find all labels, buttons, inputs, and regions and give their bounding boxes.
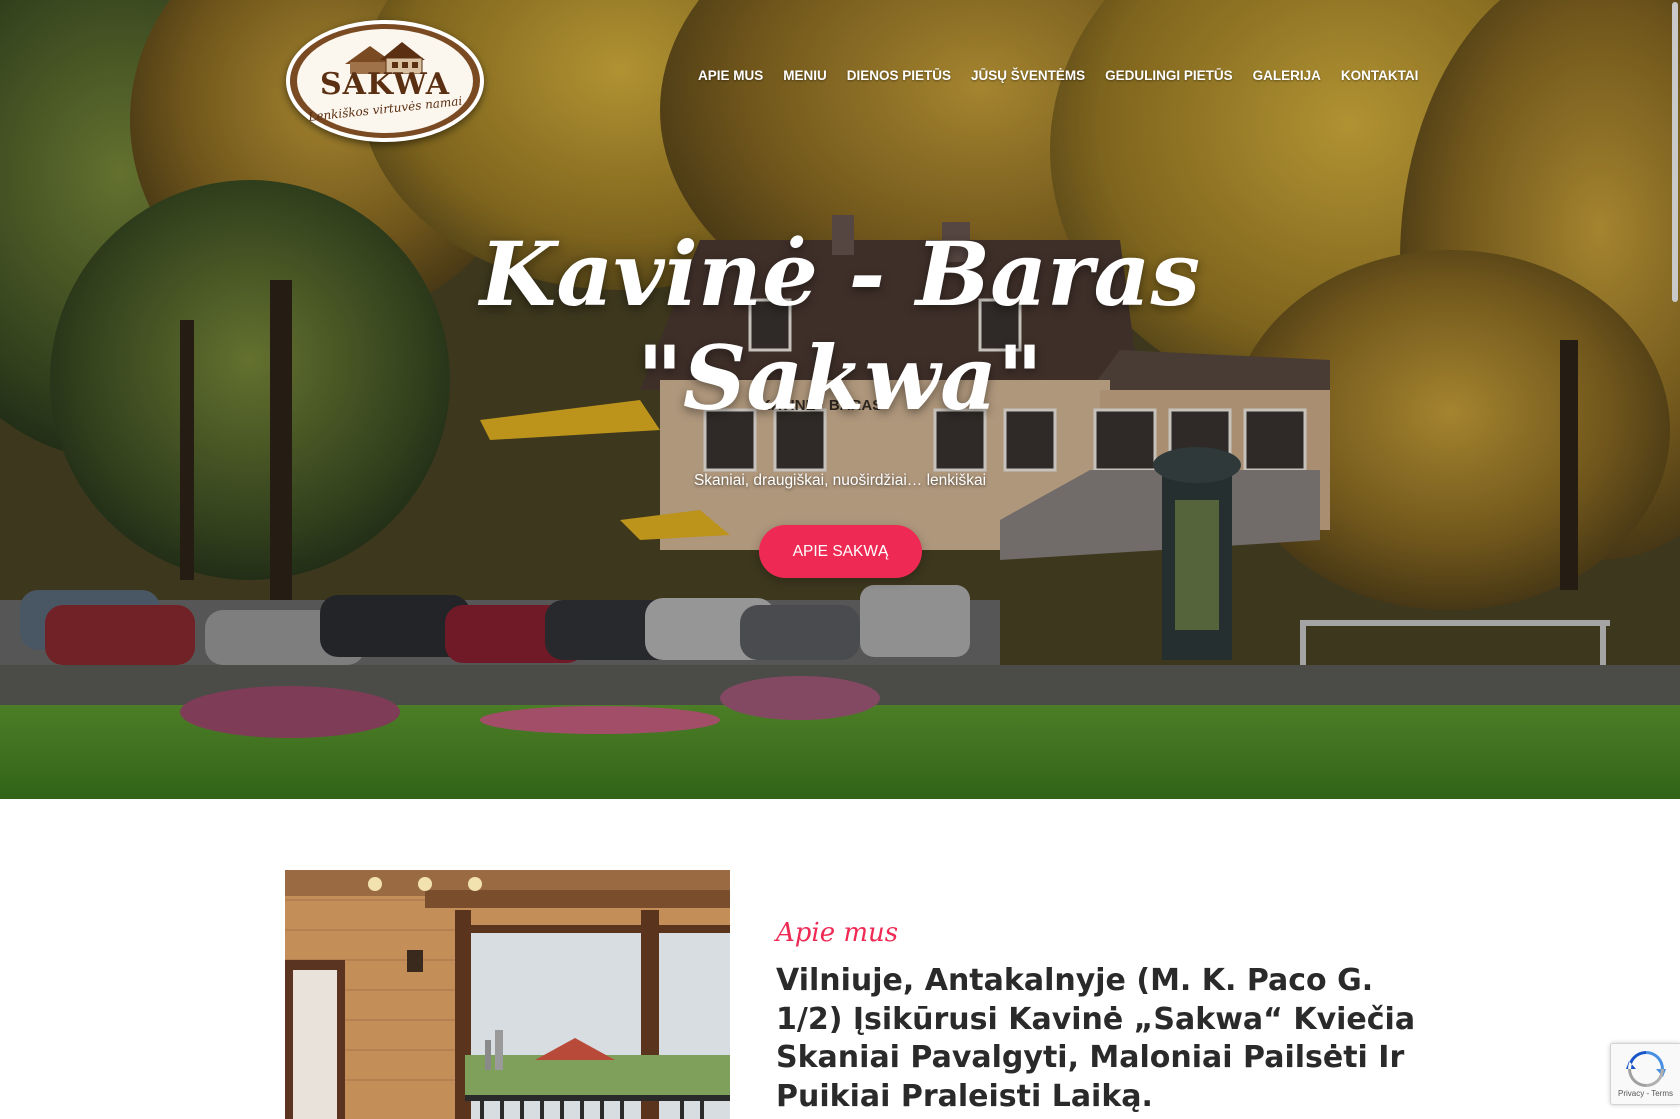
hero-title: Kavinė - Baras "Sakwa" (440, 222, 1240, 430)
recaptcha-badge[interactable]: Privacy - Terms (1610, 1043, 1680, 1105)
recaptcha-icon (1625, 1050, 1666, 1087)
recaptcha-terms[interactable]: Privacy - Terms (1618, 1089, 1673, 1098)
about-kicker: Apie mus (776, 918, 899, 948)
logo-name: SAKWA (320, 67, 450, 102)
page-scrollbar[interactable] (1670, 0, 1680, 1119)
nav-item-dienos-pietus[interactable]: DIENOS PIETŪS (837, 68, 961, 83)
nav-item-galerija[interactable]: GALERIJA (1243, 68, 1331, 83)
nav-item-apie-mus[interactable]: APIE MUS (688, 68, 773, 83)
terrace-image (285, 870, 730, 1119)
about-photo (285, 870, 730, 1119)
hero-title-line-2: "Sakwa" (636, 326, 1043, 430)
nav-item-jusu-sventems[interactable]: JŪSŲ ŠVENTĖMS (961, 68, 1095, 83)
logo-badge: SAKWA Lenkiškos virtuvės namai (297, 29, 473, 133)
about-heading: Vilniuje, Antakalnyje (M. K. Paco G. 1/2… (776, 963, 1416, 1114)
main-navigation: APIE MUS MENIU DIENOS PIETŪS JŪSŲ ŠVENTĖ… (688, 68, 1428, 83)
hero-subtitle: Skaniai, draugiškai, nuoširdžiai… lenkiš… (693, 472, 987, 489)
site-logo[interactable]: SAKWA Lenkiškos virtuvės namai (286, 20, 484, 142)
hero-title-line-1: Kavinė - Baras (479, 222, 1201, 326)
nav-item-gedulingi-pietus[interactable]: GEDULINGI PIETŪS (1095, 68, 1243, 83)
apie-sakwa-button[interactable]: APIE SAKWĄ (759, 525, 922, 578)
hero-section: KAVINĖ · BARAS SAKWA Lenkiškos virtuvės … (0, 0, 1680, 799)
nav-item-kontaktai[interactable]: KONTAKTAI (1331, 68, 1429, 83)
nav-item-meniu[interactable]: MENIU (773, 68, 837, 83)
scrollbar-thumb[interactable] (1672, 2, 1678, 302)
